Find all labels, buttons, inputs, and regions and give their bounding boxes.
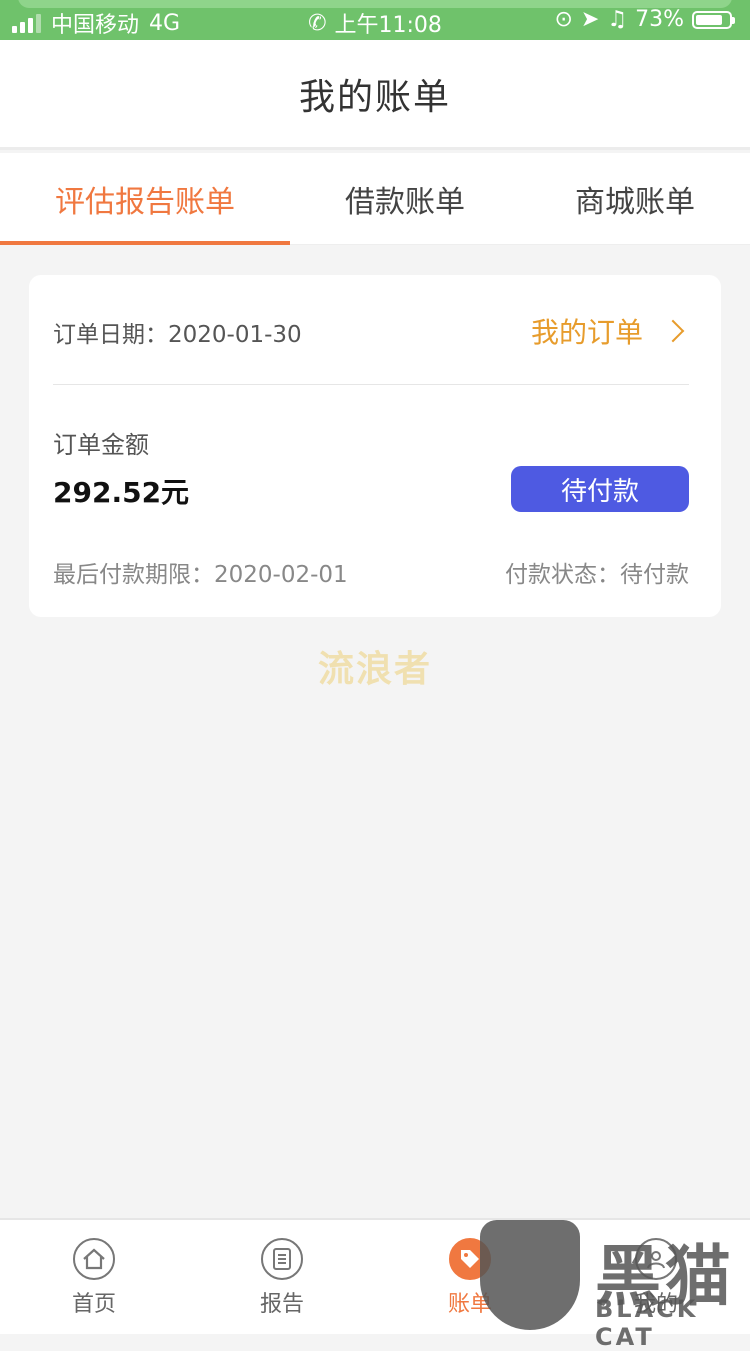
status-right: ⊙ ➤ ♫ 73% xyxy=(554,7,735,32)
watermark-text: 流浪者 xyxy=(317,649,432,690)
bill-tabs: 评估报告账单 借款账单 商城账单 xyxy=(0,153,750,245)
bottom-tab-report[interactable]: 报告 xyxy=(188,1220,376,1336)
tab-report-bill[interactable]: 评估报告账单 xyxy=(0,153,290,245)
nav-bar: 我的账单 xyxy=(0,40,750,150)
status-bar: 中国移动 4G ✆ 上午11:08 ⊙ ➤ ♫ 73% xyxy=(0,0,750,40)
tab-label: 商城账单 xyxy=(575,185,695,220)
payment-deadline: 最后付款期限：2020-02-01 xyxy=(53,562,348,588)
tab-label: 借款账单 xyxy=(345,185,465,220)
tab-mall-bill[interactable]: 商城账单 xyxy=(520,153,750,245)
order-date: 订单日期：2020-01-30 xyxy=(53,322,302,348)
divider xyxy=(53,384,689,385)
report-icon xyxy=(261,1238,303,1280)
pending-payment-button[interactable]: 待付款 xyxy=(511,466,689,512)
battery-label: 73% xyxy=(635,7,684,32)
tab-active-underline xyxy=(0,241,290,245)
my-order-link[interactable]: 我的订单 xyxy=(530,311,685,351)
orientation-lock-icon: ⊙ xyxy=(554,7,573,32)
tab-loan-bill[interactable]: 借款账单 xyxy=(290,153,520,245)
bottom-tab-label: 首页 xyxy=(71,1292,116,1317)
my-order-label: 我的订单 xyxy=(530,316,643,349)
battery-icon xyxy=(692,10,735,29)
headphones-icon: ♫ xyxy=(607,7,628,32)
order-card: 订单日期：2020-01-30 我的订单 订单金额 292.52元 待付款 最后… xyxy=(29,275,721,617)
page-title: 我的账单 xyxy=(298,76,451,118)
amount-label: 订单金额 xyxy=(53,431,149,459)
bottom-tab-label: 报告 xyxy=(259,1292,304,1317)
black-cat-logo: 黑猫 BLACK CAT xyxy=(470,1215,750,1351)
home-icon xyxy=(73,1238,115,1280)
time-label: 上午11:08 xyxy=(334,13,442,38)
chevron-right-icon xyxy=(661,319,685,343)
bottom-tab-home[interactable]: 首页 xyxy=(0,1220,188,1336)
location-icon: ➤ xyxy=(580,7,600,32)
tab-label: 评估报告账单 xyxy=(55,185,235,220)
logo-en-text: BLACK CAT xyxy=(595,1295,699,1351)
payment-status: 付款状态：待付款 xyxy=(505,562,689,588)
cat-shield-icon xyxy=(480,1220,580,1330)
amount-value: 292.52元 xyxy=(53,476,190,509)
phone-icon: ✆ xyxy=(308,10,327,36)
